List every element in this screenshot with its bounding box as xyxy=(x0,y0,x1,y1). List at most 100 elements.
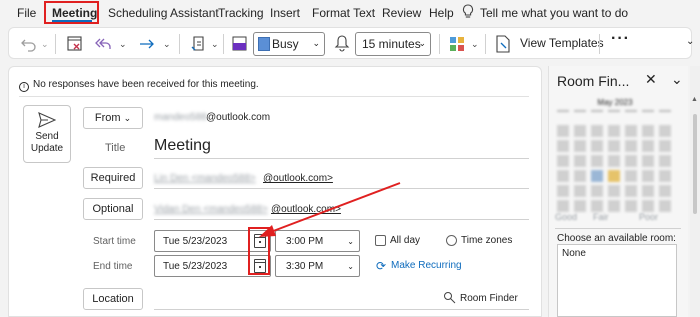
mini-calendar-day[interactable] xyxy=(659,200,671,212)
mini-calendar-day[interactable] xyxy=(625,125,637,137)
required-button[interactable]: Required xyxy=(83,167,143,189)
chevron-down-icon[interactable]: ⌄ xyxy=(211,39,219,50)
mini-calendar-day[interactable] xyxy=(659,155,671,167)
more-options-icon[interactable]: ··· xyxy=(611,30,630,48)
scroll-thumb[interactable] xyxy=(693,114,697,214)
mini-calendar-day[interactable] xyxy=(625,185,637,197)
mini-calendar-day[interactable] xyxy=(557,110,569,122)
highlight-box-calendar xyxy=(248,227,270,275)
mini-calendar-day[interactable] xyxy=(608,140,620,152)
show-as-dropdown[interactable]: Busy ⌄ xyxy=(253,32,325,56)
mini-calendar-day[interactable] xyxy=(574,125,586,137)
mini-calendar-day[interactable] xyxy=(557,200,569,212)
mini-calendar-day[interactable] xyxy=(608,110,620,122)
menu-review[interactable]: Review xyxy=(382,6,421,20)
mini-calendar-day[interactable] xyxy=(574,185,586,197)
mini-calendar-day[interactable] xyxy=(659,185,671,197)
location-button[interactable]: Location xyxy=(83,288,143,310)
view-templates-button[interactable]: View Templates xyxy=(520,36,604,50)
room-list[interactable]: None xyxy=(557,244,677,317)
mini-calendar-day[interactable] xyxy=(557,155,569,167)
mini-calendar-day[interactable] xyxy=(659,170,671,182)
mini-calendar-day[interactable] xyxy=(608,185,620,197)
cancel-meeting-icon[interactable] xyxy=(65,28,85,60)
mini-calendar[interactable]: May 2023 xyxy=(555,96,675,214)
undo-icon[interactable] xyxy=(19,28,39,60)
mini-calendar-day[interactable] xyxy=(591,125,603,137)
end-time-dropdown[interactable]: 3:30 PM ⌄ xyxy=(275,255,360,277)
mini-calendar-day[interactable] xyxy=(557,185,569,197)
mini-calendar-day[interactable] xyxy=(574,170,586,182)
mini-calendar-day[interactable] xyxy=(591,200,603,212)
mini-calendar-day[interactable] xyxy=(625,155,637,167)
mini-calendar-day[interactable] xyxy=(642,185,654,197)
menu-scheduling-assistant[interactable]: Scheduling Assistant xyxy=(108,6,219,20)
start-time-label: Start time xyxy=(93,236,136,247)
mini-calendar-day[interactable] xyxy=(642,200,654,212)
scrollbar[interactable]: ▲ xyxy=(690,66,700,317)
menu-format-text[interactable]: Format Text xyxy=(312,6,375,20)
mini-calendar-day[interactable] xyxy=(591,170,603,182)
mini-calendar-day[interactable] xyxy=(591,140,603,152)
close-icon[interactable]: ✕ xyxy=(645,71,657,88)
mini-calendar-day[interactable] xyxy=(642,170,654,182)
optional-attendee-domain[interactable]: @outlook.com> xyxy=(271,204,341,215)
mini-calendar-day[interactable] xyxy=(574,155,586,167)
mini-calendar-day[interactable] xyxy=(659,110,671,122)
reminder-dropdown[interactable]: 15 minutes ⌄ xyxy=(355,32,431,56)
chevron-down-icon: ⌄ xyxy=(347,237,354,246)
mini-calendar-day[interactable] xyxy=(625,170,637,182)
mini-calendar-day[interactable] xyxy=(625,200,637,212)
mini-calendar-day[interactable] xyxy=(591,185,603,197)
legend-poor: Poor xyxy=(639,212,659,222)
reply-all-icon[interactable] xyxy=(93,28,113,60)
chevron-down-icon[interactable]: ⌄ xyxy=(119,39,127,50)
mini-calendar-day[interactable] xyxy=(659,125,671,137)
mini-calendar-day[interactable] xyxy=(557,170,569,182)
scroll-up-icon[interactable]: ▲ xyxy=(691,96,698,103)
menu-insert[interactable]: Insert xyxy=(270,6,300,20)
make-recurring-button[interactable]: Make Recurring xyxy=(391,260,462,271)
chevron-down-icon[interactable]: ⌄ xyxy=(41,39,49,50)
tell-me-search[interactable]: Tell me what you want to do xyxy=(480,6,628,20)
mini-calendar-day[interactable] xyxy=(642,125,654,137)
mini-calendar-day[interactable] xyxy=(591,110,603,122)
mini-calendar-day[interactable] xyxy=(608,155,620,167)
mini-calendar-day[interactable] xyxy=(574,110,586,122)
response-options-icon[interactable] xyxy=(189,28,209,60)
mini-calendar-day[interactable] xyxy=(642,140,654,152)
title-input[interactable]: Meeting xyxy=(154,137,211,155)
start-time-dropdown[interactable]: 3:00 PM ⌄ xyxy=(275,230,360,252)
mini-calendar-day[interactable] xyxy=(574,200,586,212)
mini-calendar-day[interactable] xyxy=(557,140,569,152)
room-finder-button[interactable]: Room Finder xyxy=(460,293,518,304)
mini-calendar-day[interactable] xyxy=(574,140,586,152)
mini-calendar-day[interactable] xyxy=(608,125,620,137)
from-button[interactable]: From ⌄ xyxy=(83,107,143,129)
mini-calendar-day[interactable] xyxy=(625,140,637,152)
mini-calendar-day[interactable] xyxy=(591,155,603,167)
forward-icon[interactable] xyxy=(137,28,157,60)
required-attendee-domain[interactable]: @outlook.com> xyxy=(263,173,333,184)
chevron-down-icon[interactable]: ⌄ xyxy=(471,39,479,50)
menu-tracking[interactable]: Tracking xyxy=(218,6,264,20)
menu-file[interactable]: File xyxy=(17,6,36,20)
collapse-ribbon-icon[interactable]: ⌄ xyxy=(686,36,694,47)
time-zones-button[interactable]: Time zones xyxy=(461,235,512,246)
chevron-down-icon[interactable]: ⌄ xyxy=(671,71,683,88)
mini-calendar-day[interactable] xyxy=(642,110,654,122)
send-update-button[interactable]: Send Update xyxy=(23,105,71,163)
mini-calendar-day[interactable] xyxy=(608,170,620,182)
optional-button[interactable]: Optional xyxy=(83,198,143,220)
mini-calendar-day[interactable] xyxy=(557,125,569,137)
mini-calendar-day[interactable] xyxy=(659,140,671,152)
mini-calendar-day[interactable] xyxy=(625,110,637,122)
room-list-item[interactable]: None xyxy=(562,248,586,259)
mini-calendar-day[interactable] xyxy=(608,200,620,212)
chevron-down-icon[interactable]: ⌄ xyxy=(163,39,171,50)
categorize-icon[interactable] xyxy=(447,28,467,60)
from-label: From xyxy=(94,112,121,124)
menu-help[interactable]: Help xyxy=(429,6,454,20)
all-day-checkbox[interactable] xyxy=(375,235,386,246)
mini-calendar-day[interactable] xyxy=(642,155,654,167)
